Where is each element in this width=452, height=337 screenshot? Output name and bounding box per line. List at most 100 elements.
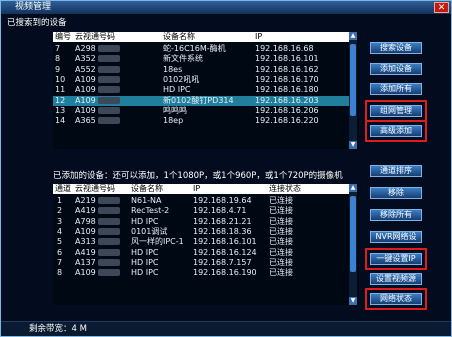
- advanced-add-button[interactable]: 高级添加: [365, 120, 427, 142]
- added-table-header: 通道 云视通号码 设备名称 IP 连接状态: [53, 184, 349, 194]
- table-row[interactable]: 1 A219 N61-NA 192.168.19.64 已连接: [53, 196, 349, 206]
- row-status: 已连接: [269, 268, 293, 278]
- table-row[interactable]: 8 A352 新文件系统 192.168.16.101: [53, 54, 349, 64]
- row-device-name: HD IPC: [131, 268, 159, 278]
- row-number: 7: [55, 44, 61, 53]
- table-row[interactable]: 6 A419 HD IPC 192.168.16.124 已连接: [53, 248, 349, 258]
- table-row[interactable]: 8 A109 HD IPC 192.168.16.190 已连接: [53, 268, 349, 278]
- set-video-source-button[interactable]: 设置视频源: [370, 273, 422, 285]
- row-cloud-code: A109: [75, 85, 120, 95]
- table-row[interactable]: 7 A298 蛇-16C16M-酶机 192.168.16.68: [53, 44, 349, 54]
- add-device-button[interactable]: 添加设备: [370, 63, 422, 75]
- table-row[interactable]: 13 A109 鸣鸣鸣 192.168.16.206: [53, 106, 349, 116]
- cloud-code-text: A298: [75, 44, 96, 53]
- one-key-ip-button[interactable]: 一键设置IP: [365, 248, 427, 270]
- cloud-code-text: A798: [75, 216, 96, 226]
- row-device-name: HD IPC: [163, 85, 191, 95]
- cloud-code-text: A419: [75, 247, 96, 257]
- cloud-code-text: A109: [75, 85, 96, 95]
- redacted-mark: [97, 197, 120, 204]
- scroll-up-icon[interactable]: ▲: [349, 32, 357, 40]
- redacted-mark: [97, 217, 120, 225]
- cloud-code-text: A109: [75, 105, 96, 115]
- table-row[interactable]: 12 A109 新0102酸钉PD314 192.168.16.203: [53, 95, 349, 106]
- row-number: 12: [55, 95, 66, 105]
- row-channel: 7: [57, 257, 63, 267]
- row-ip: 192.168.16.180: [255, 85, 319, 95]
- remove-all-button[interactable]: 移除所有: [370, 209, 422, 221]
- scroll-down-icon[interactable]: ▼: [349, 141, 357, 149]
- row-cloud-code: A798: [75, 217, 120, 227]
- scroll-thumb[interactable]: [350, 196, 356, 272]
- table-row[interactable]: 9 A552 18es 192.168.16.162: [53, 65, 349, 75]
- row-cloud-code: A552: [75, 65, 120, 75]
- row-ip: 192.168.16.206: [255, 105, 319, 115]
- network-management-button[interactable]: 组网管理: [365, 100, 427, 122]
- row-status: 已连接: [269, 196, 293, 205]
- row-status: 已连接: [269, 216, 293, 226]
- row-number: 9: [55, 64, 61, 74]
- row-device-name: 蛇-16C16M-酶机: [163, 44, 226, 53]
- row-ip: 192.168.18.36: [193, 226, 252, 236]
- table-row[interactable]: 4 A109 0101调试 192.168.18.36 已连接: [53, 227, 349, 237]
- table-row[interactable]: 2 A419 RecTest-2 192.168.4.71 已连接: [53, 206, 349, 216]
- table-row[interactable]: 14 A365 18ep 192.168.16.220: [53, 116, 349, 126]
- row-number: 14: [55, 116, 66, 126]
- row-ip: 192.168.16.220: [255, 116, 319, 126]
- row-device-name: 新文件系统: [163, 54, 203, 64]
- col-status: 连接状态: [269, 184, 301, 193]
- row-status: 已连接: [269, 247, 293, 257]
- table-row[interactable]: 3 A798 HD IPC 192.168.21.21 已连接: [53, 217, 349, 227]
- col-cloud-code: 云视通号码: [75, 32, 115, 41]
- row-cloud-code: A419: [75, 206, 120, 216]
- row-ip: 192.168.16.170: [255, 74, 319, 84]
- redacted-mark: [97, 106, 120, 114]
- cloud-code-text: A552: [75, 64, 96, 74]
- col-channel: 通道: [55, 184, 71, 193]
- row-channel: 3: [57, 216, 63, 226]
- row-cloud-code: A419: [75, 248, 120, 258]
- row-status: 已连接: [269, 206, 293, 216]
- redacted-mark: [97, 45, 120, 52]
- scroll-down-icon[interactable]: ▼: [349, 297, 357, 305]
- redacted-mark: [97, 207, 120, 215]
- redacted-mark: [97, 248, 120, 256]
- channel-sort-button[interactable]: 通道排序: [370, 165, 422, 177]
- cloud-code-text: A109: [75, 74, 96, 84]
- row-channel: 4: [57, 226, 63, 236]
- scroll-thumb[interactable]: [350, 44, 356, 116]
- table-row[interactable]: 5 A313 风一样的IPC-1 192.168.16.101 已连接: [53, 237, 349, 247]
- col-cloud-code: 云视通号码: [75, 184, 115, 193]
- row-device-name: 风一样的IPC-1: [131, 237, 184, 247]
- row-device-name: HD IPC: [131, 247, 159, 257]
- row-ip: 192.168.16.68: [255, 44, 314, 53]
- remove-button[interactable]: 移除: [370, 187, 422, 199]
- close-icon[interactable]: ✕: [434, 2, 449, 13]
- row-status: 已连接: [269, 237, 293, 247]
- table-row[interactable]: 10 A109 0102吼吼 192.168.16.170: [53, 75, 349, 85]
- added-devices-panel: 通道 云视通号码 设备名称 IP 连接状态 ▲ ▼ 1 A219 N61-NA 192…: [53, 184, 359, 305]
- search-devices-button[interactable]: 搜索设备: [370, 42, 422, 54]
- cloud-code-text: A419: [75, 206, 96, 216]
- cloud-code-text: A109: [75, 95, 96, 105]
- row-channel: 5: [57, 237, 63, 247]
- add-all-button[interactable]: 添加所有: [370, 83, 422, 95]
- row-channel: 2: [57, 206, 63, 216]
- network-status-button[interactable]: 网络状态: [365, 288, 427, 310]
- cloud-code-text: A313: [75, 237, 96, 247]
- row-ip: 192.168.7.157: [193, 257, 252, 267]
- scroll-up-icon[interactable]: ▲: [349, 184, 357, 192]
- window-title: 视频管理: [15, 2, 52, 12]
- searched-scrollbar[interactable]: ▲ ▼: [349, 32, 357, 149]
- searched-table-header: 编号 云视通号码 设备名称 IP: [53, 32, 349, 42]
- row-number: 13: [55, 105, 66, 115]
- added-scrollbar[interactable]: ▲ ▼: [349, 184, 357, 305]
- row-device-name: HD IPC: [131, 216, 159, 226]
- table-row[interactable]: 11 A109 HD IPC 192.168.16.180: [53, 85, 349, 95]
- redacted-mark: [97, 258, 120, 266]
- table-row[interactable]: 7 A137 HD IPC 192.168.7.157 已连接: [53, 258, 349, 268]
- remaining-bandwidth: 剩余带宽：4 M: [29, 324, 87, 334]
- col-ip: IP: [193, 184, 201, 193]
- nvr-network-settings-button[interactable]: NVR网络设: [370, 231, 422, 243]
- row-channel: 6: [57, 247, 63, 257]
